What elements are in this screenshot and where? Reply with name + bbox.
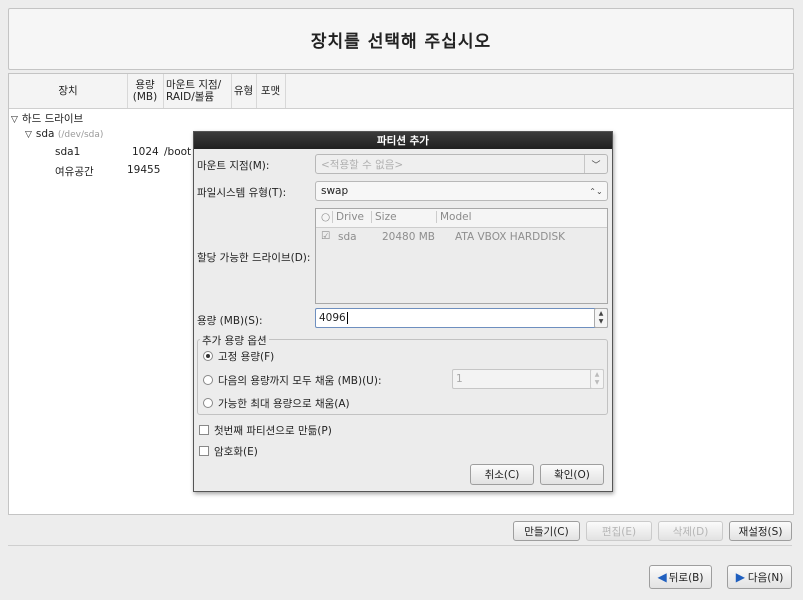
arrow-right-icon: ▶ <box>735 570 745 584</box>
table-row[interactable]: ☑ sda 20480 MB ATA VBOX HARDDISK <box>316 229 607 245</box>
tree-row-free-space[interactable]: 여유공간 <box>55 164 94 179</box>
back-button[interactable]: ◀ 뒤로(B) <box>649 565 712 589</box>
column-mount-label-1: 마운트 지점/ <box>166 79 222 91</box>
column-format-label: 포맷 <box>260 85 281 97</box>
edit-button[interactable]: 편집(E) <box>586 521 652 541</box>
tree-row-sda1[interactable]: sda1 <box>55 146 80 158</box>
text-cursor <box>346 312 348 324</box>
partition-mount: /boot <box>164 146 192 158</box>
delete-button[interactable]: 삭제(D) <box>658 521 723 541</box>
tree-row-hard-drives[interactable]: ▽ 하드 드라이브 <box>11 111 83 126</box>
tree-row-sda[interactable]: ▽ sda (/dev/sda) <box>25 128 103 140</box>
primary-checkbox-label[interactable]: 첫번째 파티션으로 만듦(P) <box>214 423 332 438</box>
fstype-label: 파일시스템 유형(T): <box>197 187 287 199</box>
drives-table-header: ○ Drive Size Model <box>316 209 607 228</box>
drive-model: ATA VBOX HARDDISK <box>455 231 566 243</box>
spin-down-icon[interactable]: ▼ <box>595 379 600 387</box>
column-mount[interactable]: 마운트 지점/ RAID/볼륨 <box>163 74 232 108</box>
drives-label: 할당 가능한 드라이브(D): <box>197 252 311 264</box>
partition-size: 1024 <box>132 146 159 158</box>
fill-upto-value: 1 <box>456 373 463 385</box>
spin-up-icon[interactable]: ▲ <box>599 310 604 318</box>
column-type-label: 유형 <box>233 85 254 97</box>
drive-size: 20480 MB <box>382 231 436 243</box>
size-label: 용량 (MB)(S): <box>197 315 263 327</box>
radio-fill-upto[interactable] <box>203 375 213 385</box>
drive-name: sda <box>338 231 357 243</box>
column-size-label-2: (MB) <box>132 91 158 103</box>
fstype-combo[interactable]: swap ⌃⌄ <box>315 181 608 201</box>
spin-down-icon[interactable]: ▼ <box>599 318 604 326</box>
partition-size: 19455 <box>127 164 161 176</box>
header-drive[interactable]: Drive <box>332 211 364 223</box>
column-size[interactable]: 용량 (MB) <box>127 74 164 108</box>
header-model[interactable]: Model <box>436 211 472 223</box>
updown-icon[interactable]: ⌃⌄ <box>585 182 607 200</box>
add-partition-dialog: 파티션 추가 마운트 지점(M): <적용할 수 없음> ﹀ 파일시스템 유형(… <box>193 131 613 492</box>
column-size-label-1: 용량 <box>135 79 155 91</box>
partition-name: sda1 <box>55 146 81 158</box>
size-spinner[interactable]: ▲ ▼ <box>594 308 608 328</box>
dialog-title: 파티션 추가 <box>377 135 429 147</box>
column-device-label: 장치 <box>58 85 78 97</box>
primary-checkbox[interactable] <box>199 425 209 435</box>
encrypt-checkbox-label[interactable]: 암호화(E) <box>214 444 258 459</box>
tree-label-hard-drives: 하드 드라이브 <box>21 113 84 125</box>
radio-fill-upto-label[interactable]: 다음의 용량까지 모두 채움 (MB)(U): <box>218 373 381 388</box>
page-header: 장치를 선택해 주십시오 <box>8 8 794 70</box>
radio-fill-max-label[interactable]: 가능한 최대 용량으로 채움(A) <box>218 396 350 411</box>
partition-name: 여유공간 <box>55 166 94 178</box>
back-label: 뒤로(B) <box>668 571 704 584</box>
drives-table[interactable]: ○ Drive Size Model ☑ sda 20480 MB ATA VB… <box>315 208 608 304</box>
chevron-down-icon[interactable]: ﹀ <box>584 155 607 173</box>
size-options-title: 추가 용량 옵션 <box>200 333 269 348</box>
column-device[interactable]: 장치 <box>9 74 128 108</box>
radio-fixed-label[interactable]: 고정 용량(F) <box>218 349 274 364</box>
cancel-button[interactable]: 취소(C) <box>470 464 534 485</box>
encrypt-checkbox[interactable] <box>199 446 209 456</box>
page-title: 장치를 선택해 주십시오 <box>310 31 492 52</box>
fill-upto-input[interactable]: 1 ▲ ▼ <box>452 369 604 389</box>
ok-button[interactable]: 확인(O) <box>540 464 604 485</box>
spin-up-icon[interactable]: ▲ <box>595 371 600 379</box>
column-format[interactable]: 포맷 <box>256 74 286 108</box>
column-mount-label-2: RAID/볼륨 <box>166 91 215 103</box>
radio-fixed[interactable] <box>203 351 213 361</box>
column-header-row: 장치 용량 (MB) 마운트 지점/ RAID/볼륨 유형 포맷 <box>9 74 793 109</box>
radio-fill-max[interactable] <box>203 398 213 408</box>
size-input[interactable]: 4096 ▲ ▼ <box>315 308 608 328</box>
mount-point-value: <적용할 수 없음> <box>321 158 404 171</box>
mount-point-label: 마운트 지점(M): <box>197 160 270 172</box>
header-radio[interactable]: ○ <box>321 211 330 223</box>
next-button[interactable]: ▶ 다음(N) <box>727 565 792 589</box>
fill-upto-spinner[interactable]: ▲ ▼ <box>590 369 604 389</box>
expand-triangle-icon[interactable]: ▽ <box>11 115 18 125</box>
tree-label-sda: sda <box>35 128 55 140</box>
next-label: 다음(N) <box>747 571 784 584</box>
divider <box>8 545 792 546</box>
tree-label-sda-path: (/dev/sda) <box>57 130 104 140</box>
dialog-titlebar[interactable]: 파티션 추가 <box>194 132 612 149</box>
header-size[interactable]: Size <box>371 211 397 223</box>
reset-button[interactable]: 재설정(S) <box>729 521 792 541</box>
check-icon[interactable]: ☑ <box>321 230 330 242</box>
size-value: 4096 <box>319 312 346 324</box>
arrow-left-icon: ◀ <box>657 570 667 584</box>
create-button[interactable]: 만들기(C) <box>513 521 580 541</box>
fstype-value: swap <box>321 185 349 197</box>
mount-point-combo[interactable]: <적용할 수 없음> ﹀ <box>315 154 608 174</box>
column-type[interactable]: 유형 <box>231 74 257 108</box>
expand-triangle-icon[interactable]: ▽ <box>25 130 32 140</box>
